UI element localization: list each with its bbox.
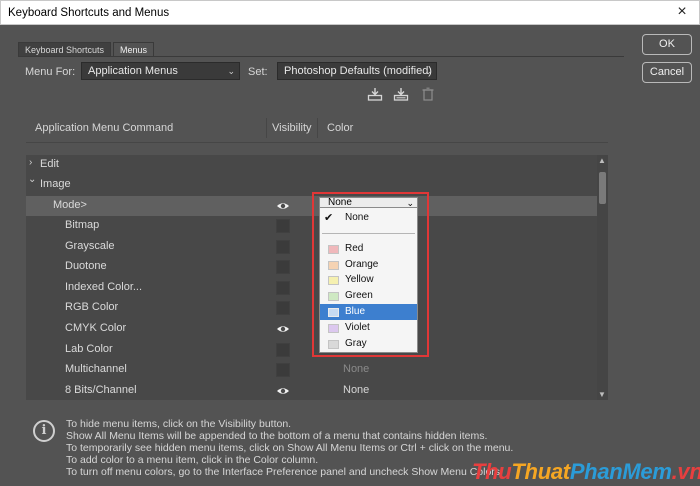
menu-for-label: Menu For: — [25, 66, 76, 78]
list-scrollbar[interactable]: ▲ ▼ — [597, 155, 608, 400]
menu-row-label: Indexed Color... — [65, 281, 143, 293]
window-title: Keyboard Shortcuts and Menus — [8, 7, 170, 19]
set-dropdown[interactable]: Photoshop Defaults (modified) ⌄ — [277, 62, 437, 80]
scroll-up-icon[interactable]: ▲ — [598, 156, 606, 165]
cancel-button[interactable]: Cancel — [642, 62, 692, 83]
visibility-toggle[interactable] — [276, 363, 290, 377]
menu-row-label: RGB Color — [65, 301, 119, 313]
column-header-visibility: Visibility — [272, 122, 312, 134]
column-header-color: Color — [327, 122, 354, 134]
visibility-toggle[interactable] — [276, 281, 290, 295]
column-separator — [266, 118, 267, 138]
column-header-command: Application Menu Command — [35, 122, 174, 134]
close-icon[interactable]: × — [673, 3, 691, 21]
menu-row-label: Image — [40, 178, 71, 190]
menu-row-edit[interactable]: › Edit — [26, 155, 598, 175]
eye-icon[interactable] — [276, 322, 290, 336]
highlight-outline — [312, 192, 429, 357]
visibility-toggle[interactable] — [276, 219, 290, 233]
column-header-row: Application Menu Command Visibility Colo… — [26, 115, 608, 143]
window-titlebar: Keyboard Shortcuts and Menus × — [0, 0, 700, 25]
menu-row-label: Multichannel — [65, 363, 127, 375]
menu-row-label: Mode> — [53, 199, 87, 211]
hint-line: To hide menu items, click on the Visibil… — [66, 418, 292, 430]
eye-icon[interactable] — [276, 199, 290, 213]
ok-button[interactable]: OK — [642, 34, 692, 55]
menu-row-8-bits-channel[interactable]: 8 Bits/Channel None — [26, 381, 598, 400]
color-cell[interactable]: None — [343, 384, 369, 396]
watermark-part: Thuat — [511, 459, 570, 484]
menu-for-dropdown[interactable]: Application Menus ⌄ — [81, 62, 240, 80]
menu-for-value: Application Menus — [88, 65, 178, 77]
save-set-as-icon[interactable] — [393, 87, 409, 101]
menu-row-label: CMYK Color — [65, 322, 127, 334]
scroll-down-icon[interactable]: ▼ — [598, 390, 606, 399]
menu-row-label: Duotone — [65, 260, 107, 272]
tab-bar: Keyboard Shortcuts Menus — [18, 42, 156, 57]
visibility-toggle[interactable] — [276, 301, 290, 315]
set-label: Set: — [248, 66, 268, 78]
scrollbar-thumb[interactable] — [599, 172, 606, 204]
chevron-down-icon[interactable]: ⌄ — [28, 174, 36, 185]
hint-line: Show All Menu Items will be appended to … — [66, 430, 488, 442]
visibility-toggle[interactable] — [276, 260, 290, 274]
menu-row-label: 8 Bits/Channel — [65, 384, 137, 396]
watermark-part: .vn — [671, 459, 700, 484]
watermark-logo: ThuThuatPhanMem.vn — [472, 459, 700, 485]
menu-row-label: Lab Color — [65, 343, 113, 355]
menu-row-multichannel[interactable]: Multichannel None — [26, 360, 598, 380]
watermark-part: PhanMem — [569, 459, 672, 484]
menu-row-label: Bitmap — [65, 219, 100, 231]
menu-row-label: Edit — [40, 158, 59, 170]
tab-menus[interactable]: Menus — [113, 42, 155, 57]
menu-row-label: Grayscale — [65, 240, 115, 252]
delete-set-icon[interactable] — [420, 87, 436, 101]
info-icon: i — [33, 420, 55, 442]
chevron-down-icon: ⌄ — [227, 66, 235, 76]
set-value: Photoshop Defaults (modified) — [284, 65, 432, 77]
visibility-toggle[interactable] — [276, 240, 290, 254]
watermark-part: Thu — [472, 459, 512, 484]
column-separator — [317, 118, 318, 138]
hint-line: To temporarily see hidden menu items, cl… — [66, 442, 514, 454]
visibility-toggle[interactable] — [276, 343, 290, 357]
chevron-down-icon: ⌄ — [424, 66, 432, 76]
color-cell[interactable]: None — [343, 363, 369, 375]
tab-divider — [18, 56, 624, 57]
tab-keyboard-shortcuts[interactable]: Keyboard Shortcuts — [18, 42, 112, 57]
chevron-right-icon[interactable]: › — [29, 157, 32, 168]
save-set-icon[interactable] — [367, 87, 383, 101]
eye-icon[interactable] — [276, 384, 290, 398]
